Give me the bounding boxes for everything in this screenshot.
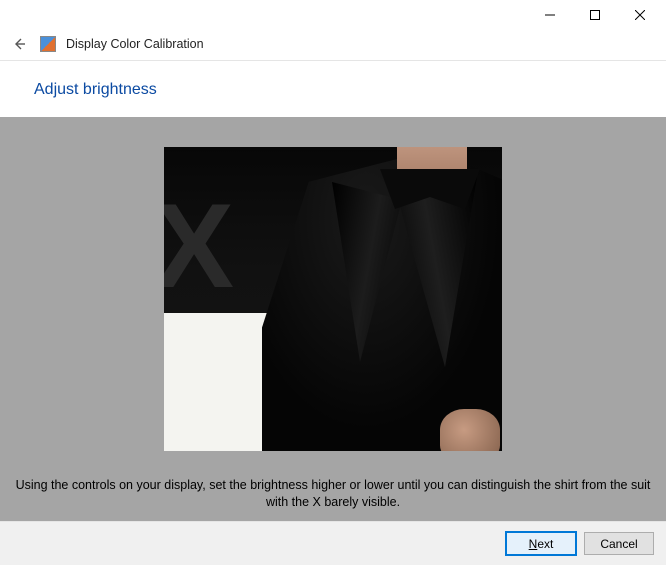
nav-row: Display Color Calibration xyxy=(0,30,666,58)
title-bar xyxy=(0,0,666,30)
instruction-text: Using the controls on your display, set … xyxy=(0,477,666,511)
maximize-button[interactable] xyxy=(572,1,617,29)
calibration-sample-image: X xyxy=(164,147,502,451)
footer-bar: Next Cancel xyxy=(0,521,666,565)
page-heading: Adjust brightness xyxy=(0,61,666,117)
app-icon xyxy=(40,36,56,52)
back-button[interactable] xyxy=(8,33,30,55)
minimize-button[interactable] xyxy=(527,1,572,29)
cancel-button[interactable]: Cancel xyxy=(584,532,654,555)
content-stage: X Using the controls on your display, se… xyxy=(0,117,666,521)
window-title: Display Color Calibration xyxy=(66,37,204,51)
next-button-rest: ext xyxy=(537,537,553,551)
close-button[interactable] xyxy=(617,1,662,29)
next-button[interactable]: Next xyxy=(506,532,576,555)
